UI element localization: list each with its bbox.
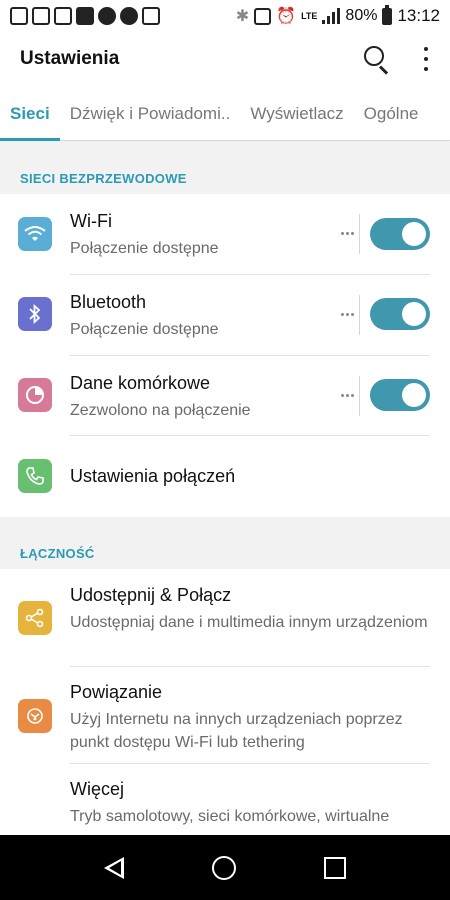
- more-row[interactable]: Więcej Tryb samolotowy, sieci komórkowe,…: [0, 764, 450, 835]
- clock: 13:12: [397, 6, 440, 25]
- mobile-data-title: Dane komórkowe: [70, 373, 211, 393]
- alarm-icon: ⏰: [276, 8, 297, 25]
- mobile-data-row[interactable]: Dane komórkowe Zezwolono na połączenie: [0, 356, 450, 436]
- bluetooth-toggle[interactable]: [370, 298, 430, 330]
- wifi-more-button[interactable]: [341, 232, 355, 235]
- phone-icon: [18, 459, 52, 493]
- battery-percent: 80%: [345, 7, 378, 24]
- divider: [359, 214, 360, 254]
- wifi-title: Wi-Fi: [70, 211, 112, 231]
- navigation-bar: [0, 835, 450, 900]
- maps-icon: [142, 7, 160, 25]
- system-icons: ✱ ⏰ LTE 80% 13:12: [235, 4, 440, 26]
- wifi-toggle[interactable]: [370, 218, 430, 250]
- divider: [359, 376, 360, 416]
- navigation-icon: [120, 7, 138, 25]
- tethering-title: Powiązanie: [70, 682, 163, 702]
- notification-app-icon: [32, 7, 50, 25]
- bluetooth-title: Bluetooth: [70, 292, 147, 312]
- mobile-data-icon: [18, 378, 52, 412]
- tab-display[interactable]: Wyświetlacz: [240, 86, 353, 141]
- share-connect-title: Udostępnij & Połącz: [70, 585, 232, 605]
- more-title: Więcej: [70, 779, 125, 799]
- more-options-button[interactable]: [422, 44, 430, 74]
- status-bar: ✱ ⏰ LTE 80% 13:12: [0, 0, 450, 32]
- back-button[interactable]: [104, 856, 124, 879]
- tab-general[interactable]: Ogólne: [354, 86, 429, 141]
- tethering-subtitle: Użyj Internetu na innych urządzeniach po…: [70, 711, 403, 751]
- share-connect-subtitle: Udostępniaj dane i multimedia innym urzą…: [70, 614, 428, 631]
- android-robot-icon: [98, 7, 116, 25]
- share-connect-row[interactable]: Udostępnij & Połącz Udostępniaj dane i m…: [0, 569, 450, 667]
- notification-app-icon: [10, 7, 28, 25]
- signal-icon: [322, 8, 341, 24]
- section-header-wireless: SIECI BEZPRZEWODOWE: [0, 142, 450, 194]
- bluetooth-more-button[interactable]: [341, 313, 355, 316]
- wifi-icon: [18, 217, 52, 251]
- nfc-icon: [254, 7, 272, 25]
- search-button[interactable]: [362, 44, 392, 75]
- lte-icon: LTE: [301, 11, 318, 21]
- tab-sound-notifications[interactable]: Dźwięk i Powiadomi..: [60, 86, 241, 141]
- notification-app-icon: [54, 7, 72, 25]
- wifi-row[interactable]: Wi-Fi Połączenie dostępne: [0, 194, 450, 275]
- office-icon: [76, 7, 94, 25]
- bluetooth-row[interactable]: Bluetooth Połączenie dostępne: [0, 275, 450, 356]
- tab-bar: Sieci Dźwięk i Powiadomi.. Wyświetlacz O…: [0, 86, 450, 141]
- battery-icon: [382, 4, 393, 25]
- mobile-data-more-button[interactable]: [341, 394, 355, 397]
- app-bar: Ustawienia: [0, 32, 450, 86]
- notification-icons: [10, 7, 160, 25]
- home-button[interactable]: [212, 855, 236, 880]
- mobile-data-toggle[interactable]: [370, 379, 430, 411]
- tethering-icon: [18, 699, 52, 733]
- tab-networks[interactable]: Sieci: [0, 86, 60, 141]
- bluetooth-icon: [18, 297, 52, 331]
- call-settings-title: Ustawienia połączeń: [70, 466, 236, 486]
- section-header-connectivity: ŁĄCZNOŚĆ: [0, 517, 450, 569]
- bluetooth-icon: ✱: [235, 8, 250, 25]
- recent-apps-button[interactable]: [324, 856, 346, 879]
- share-icon: [18, 601, 52, 635]
- more-subtitle: Tryb samolotowy, sieci komórkowe, wirtua…: [70, 808, 390, 825]
- call-settings-row[interactable]: Ustawienia połączeń: [0, 436, 450, 517]
- tethering-row[interactable]: Powiązanie Użyj Internetu na innych urzą…: [0, 667, 450, 764]
- page-title: Ustawienia: [20, 48, 120, 69]
- divider: [359, 295, 360, 335]
